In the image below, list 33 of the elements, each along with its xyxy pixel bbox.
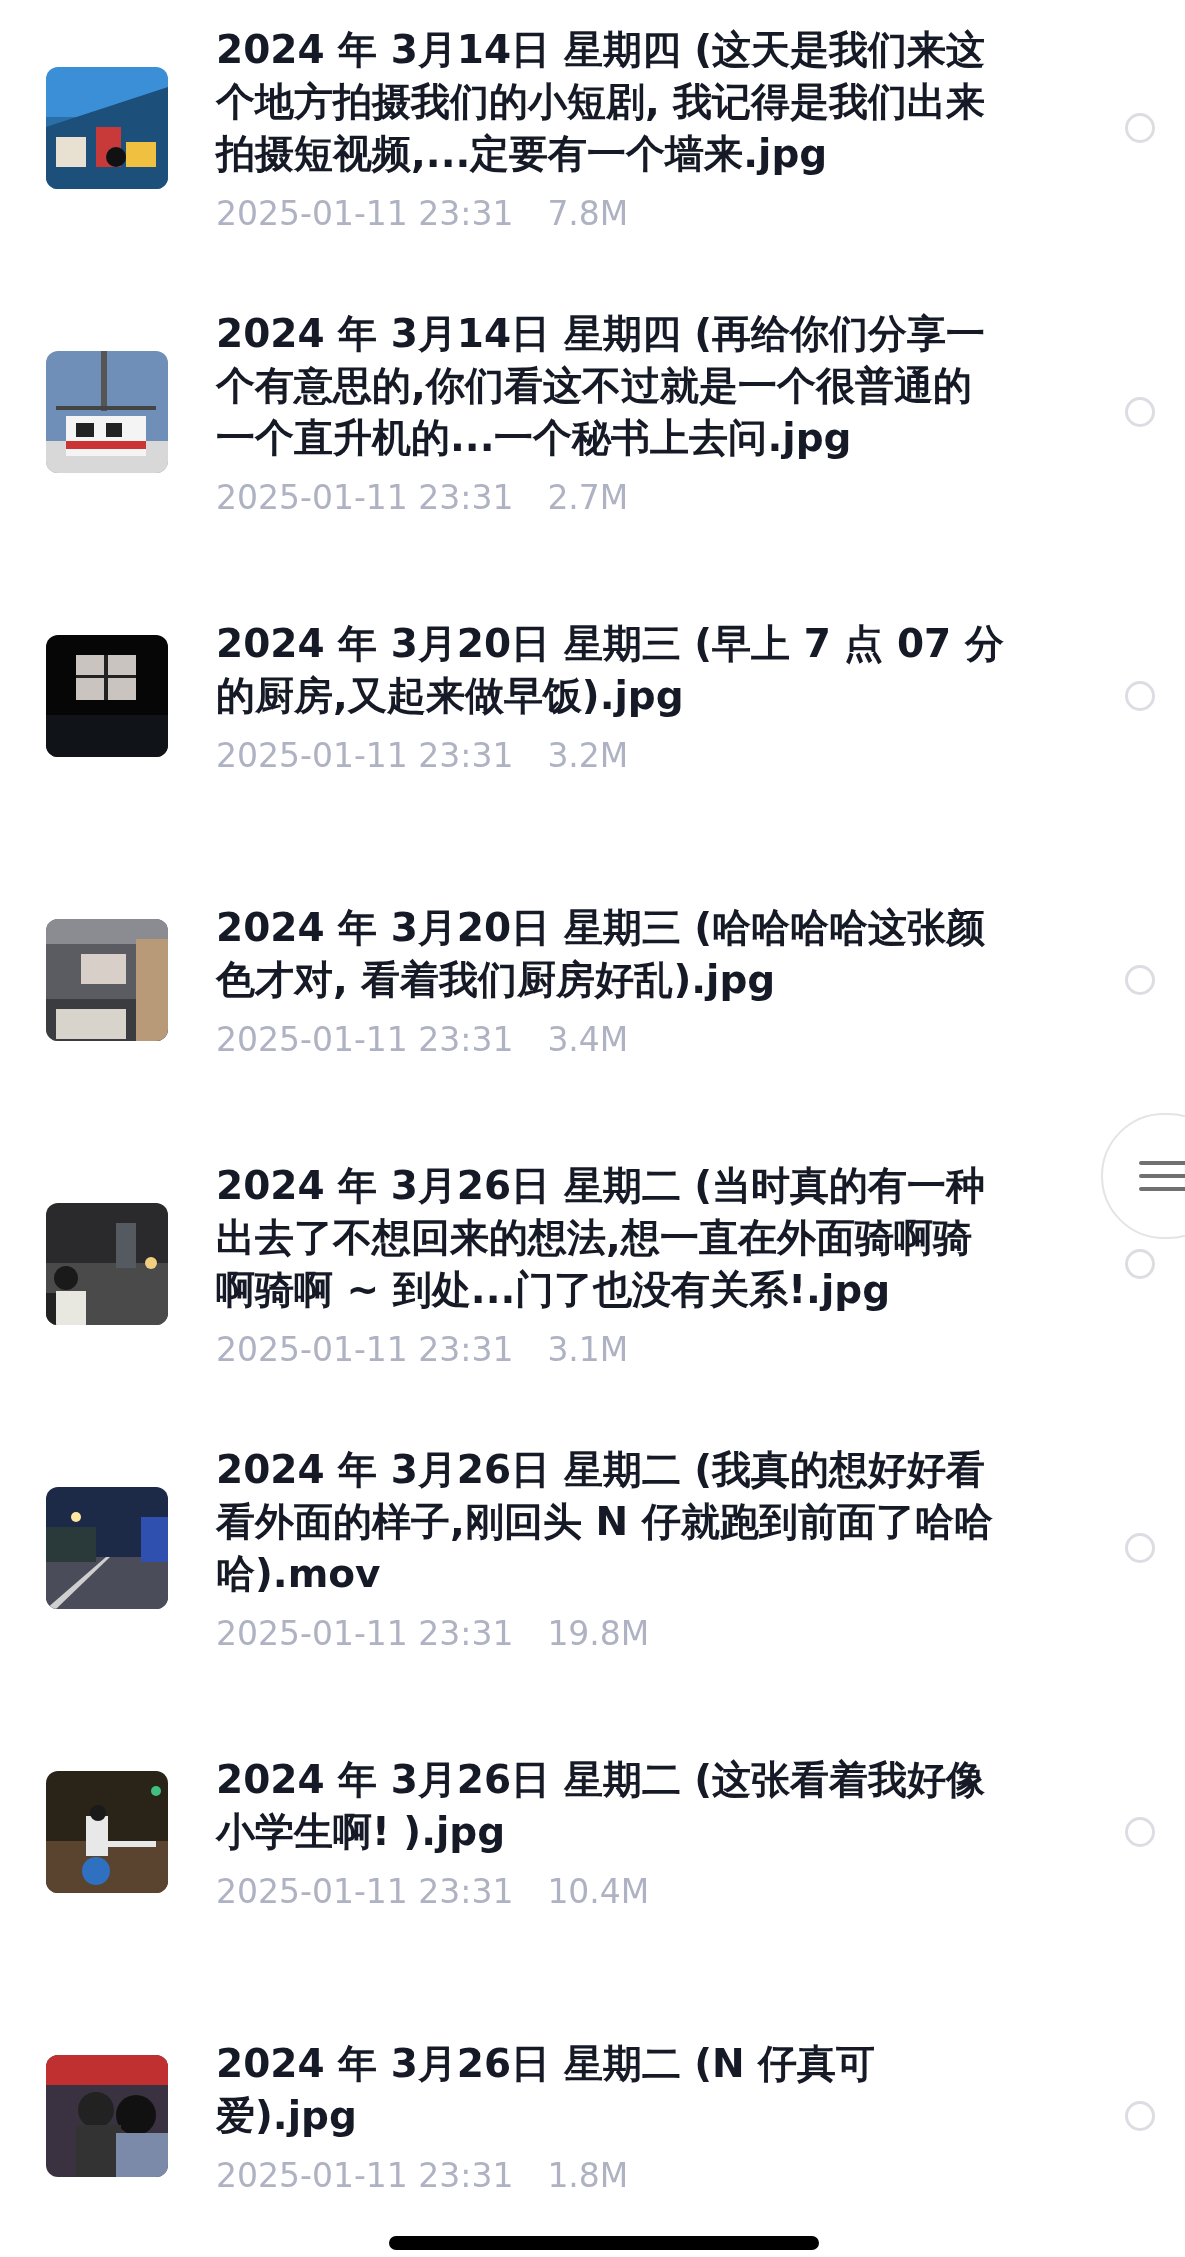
- file-name: 2024 年 3月26日 星期二 (我真的想好好看看外面的样子,刚回头 N 仔就跑到前面了哈哈哈).mov: [216, 1445, 994, 1598]
- file-size: 10.4M: [547, 1871, 650, 1911]
- select-radio[interactable]: [1125, 113, 1155, 143]
- file-size: 1.8M: [547, 2155, 629, 2195]
- select-radio[interactable]: [1125, 1249, 1155, 1279]
- select-radio[interactable]: [1125, 1817, 1155, 1847]
- file-date: 2025-01-11 23:31: [216, 1871, 514, 1911]
- select-radio[interactable]: [1125, 1533, 1155, 1563]
- file-size: 3.4M: [547, 1019, 629, 1059]
- file-name: 2024 年 3月26日 星期二 (这张看着我好像小学生啊! ).jpg: [216, 1755, 987, 1856]
- file-size: 7.8M: [547, 193, 629, 233]
- file-date: 2025-01-11 23:31: [216, 1329, 514, 1369]
- file-name: 2024 年 3月20日 星期三 (哈哈哈哈这张颜色才对, 看着我们厨房好乱).jpg: [216, 903, 987, 1004]
- file-date: 2025-01-11 23:31: [216, 477, 514, 517]
- file-date: 2025-01-11 23:31: [216, 193, 514, 233]
- select-radio[interactable]: [1125, 965, 1155, 995]
- file-size: 3.2M: [547, 735, 629, 775]
- select-radio[interactable]: [1125, 397, 1155, 427]
- file-size: 19.8M: [547, 1613, 650, 1653]
- file-date: 2025-01-11 23:31: [216, 1613, 514, 1653]
- select-radio[interactable]: [1125, 2101, 1155, 2131]
- file-date: 2025-01-11 23:31: [216, 2155, 514, 2195]
- select-radio[interactable]: [1125, 681, 1155, 711]
- file-size: 2.7M: [547, 477, 629, 517]
- file-name: 2024 年 3月14日 星期四 (再给你们分享一个有意思的,你们看这不过就是一个很普通的一个直升机的...一个秘书上去问.jpg: [216, 309, 987, 462]
- file-name: 2024 年 3月26日 星期二 (当时真的有一种出去了不想回来的想法,想一直在外面骑啊骑啊骑啊 ~ 到处...门了也没有关系!.jpg: [216, 1161, 987, 1314]
- file-name: 2024 年 3月14日 星期四 (这天是我们来这个地方拍摄我们的小短剧, 我记得是我们出来拍摄短视频,...定要有一个墙来.jpg: [216, 25, 987, 178]
- menu-icon: [1139, 1159, 1185, 1193]
- file-date: 2025-01-11 23:31: [216, 1019, 514, 1059]
- file-date: 2025-01-11 23:31: [216, 735, 514, 775]
- file-name: 2024 年 3月20日 星期三 (早上 7 点 07 分的厨房,又起来做早饭).jpg: [216, 619, 1005, 720]
- file-name: 2024 年 3月26日 星期二 (N 仔真可爱).jpg: [216, 2039, 877, 2140]
- file-size: 3.1M: [547, 1329, 629, 1369]
